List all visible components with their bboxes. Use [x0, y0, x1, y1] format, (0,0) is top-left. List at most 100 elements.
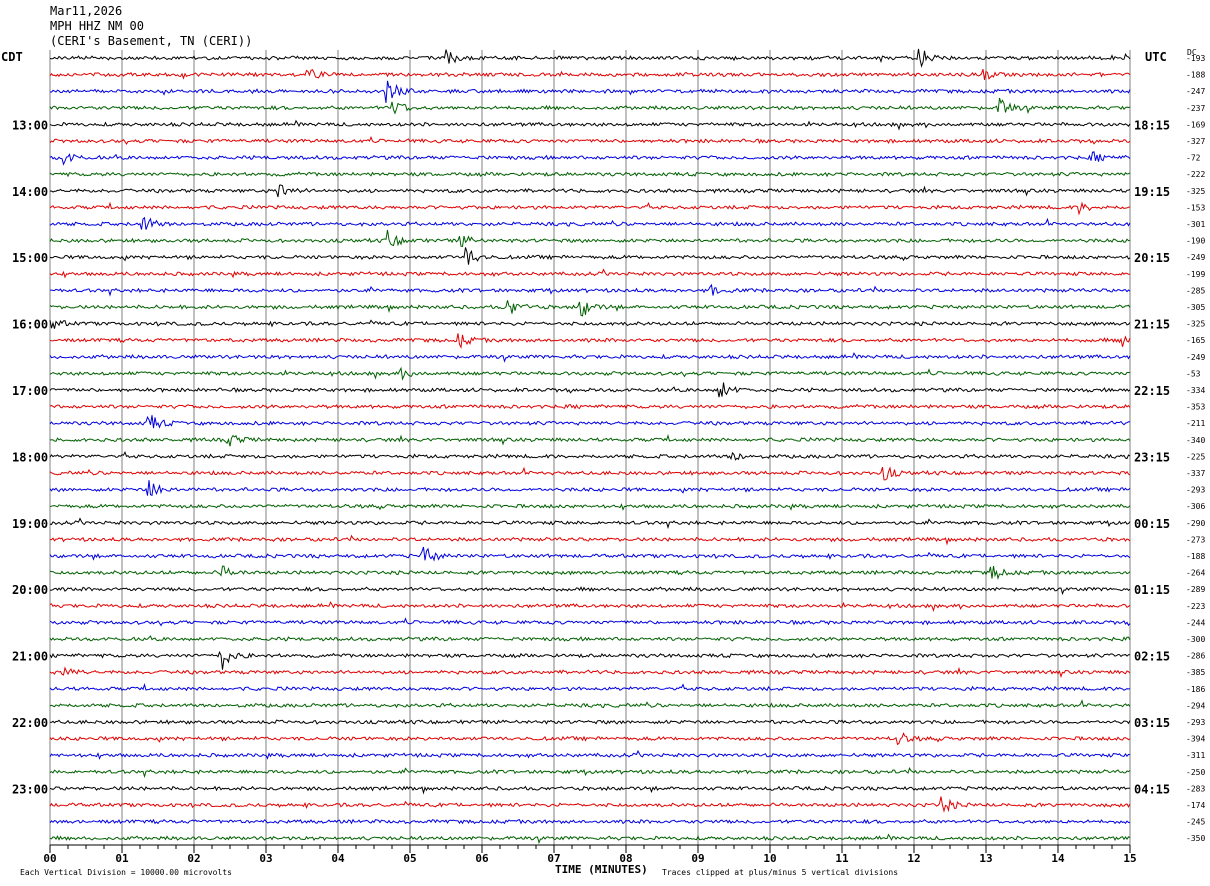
- trace-row-41: [49, 732, 1131, 746]
- left-hour-label: 14:00: [12, 185, 48, 199]
- dc-offset-label: -190: [1186, 237, 1205, 246]
- trace-row-44: [49, 785, 1131, 795]
- dc-offset-label: -188: [1186, 552, 1205, 561]
- dc-offset-label: -294: [1186, 701, 1205, 710]
- dc-offset-label: -337: [1186, 469, 1205, 478]
- dc-offset-label: -72: [1186, 154, 1201, 163]
- dc-offset-label: -285: [1186, 286, 1205, 295]
- x-tick-label: 00: [43, 852, 56, 865]
- right-hour-label: 23:15: [1134, 450, 1170, 464]
- grid-lines: [49, 50, 1131, 845]
- trace-row-5: [49, 135, 1131, 145]
- trace-row-35: [49, 635, 1131, 642]
- date-label: Mar11,2026: [50, 4, 123, 18]
- right-hour-label: 20:15: [1134, 251, 1170, 265]
- trace-row-39: [49, 699, 1131, 709]
- trace-row-10: [49, 216, 1131, 230]
- station-label: MPH HHZ NM 00: [50, 19, 144, 33]
- trace-row-25: [49, 466, 1131, 481]
- dc-offset-label: -293: [1186, 718, 1205, 727]
- trace-row-32: [49, 586, 1131, 596]
- trace-row-6: [49, 151, 1131, 166]
- trace-row-40: [49, 719, 1131, 725]
- seismic-traces: -193-188-247-237-169-327-72-222-325-153-…: [12, 48, 1205, 845]
- dc-offset-label: -334: [1186, 386, 1205, 395]
- trace-row-16: [49, 319, 1131, 329]
- dc-offset-label: -394: [1186, 735, 1205, 744]
- right-hour-label: 04:15: [1134, 782, 1170, 796]
- dc-offset-label: -305: [1186, 303, 1205, 312]
- left-hour-label: 17:00: [12, 384, 48, 398]
- trace-row-3: [49, 97, 1131, 115]
- right-hour-label: 03:15: [1134, 716, 1170, 730]
- trace-row-12: [49, 247, 1131, 265]
- left-hour-label: 16:00: [12, 318, 48, 332]
- dc-offset-label: -188: [1186, 71, 1205, 80]
- dc-offset-label: -325: [1186, 320, 1205, 329]
- dc-offset-label: -169: [1186, 120, 1205, 129]
- trace-row-24: [49, 450, 1131, 461]
- dc-offset-label: -311: [1186, 751, 1205, 760]
- trace-row-11: [49, 229, 1131, 247]
- right-hour-label: 01:15: [1134, 583, 1170, 597]
- trace-row-0: [49, 48, 1131, 68]
- left-hour-label: 15:00: [12, 251, 48, 265]
- dc-offset-label: -211: [1186, 419, 1205, 428]
- trace-row-4: [49, 119, 1131, 131]
- x-axis-ticks: 00 01 02 03 04 05 06 07 08 09 10 11 12 13 14 15: [43, 844, 1137, 865]
- x-tick-label: 04: [331, 852, 345, 865]
- left-hour-label: 21:00: [12, 650, 48, 664]
- x-tick-label: 11: [835, 852, 849, 865]
- trace-row-1: [49, 69, 1131, 80]
- right-hour-label: 00:15: [1134, 517, 1170, 531]
- x-tick-label: 10: [763, 852, 776, 865]
- dc-offset-label: -286: [1186, 652, 1205, 661]
- trace-row-27: [49, 503, 1131, 511]
- dc-label: DC: [1187, 48, 1197, 57]
- x-tick-label: 03: [259, 852, 272, 865]
- dc-offset-label: -247: [1186, 87, 1205, 96]
- dc-offset-label: -244: [1186, 618, 1205, 627]
- trace-row-30: [49, 546, 1131, 562]
- trace-row-34: [49, 617, 1131, 627]
- trace-row-17: [49, 333, 1131, 349]
- dc-offset-label: -283: [1186, 784, 1205, 793]
- trace-row-28: [49, 517, 1131, 530]
- left-hour-label: 13:00: [12, 118, 48, 132]
- dc-offset-label: -53: [1186, 369, 1201, 378]
- trace-row-42: [49, 749, 1131, 760]
- dc-offset-label: -327: [1186, 137, 1205, 146]
- dc-offset-label: -199: [1186, 270, 1205, 279]
- trace-row-13: [49, 268, 1131, 279]
- dc-offset-label: -186: [1186, 685, 1205, 694]
- trace-row-46: [49, 818, 1131, 825]
- dc-offset-label: -165: [1186, 336, 1205, 345]
- dc-offset-label: -273: [1186, 535, 1205, 544]
- left-hour-label: 22:00: [12, 716, 48, 730]
- dc-offset-label: -350: [1186, 834, 1205, 843]
- trace-row-47: [49, 833, 1131, 845]
- right-hour-label: 19:15: [1134, 185, 1170, 199]
- dc-offset-label: -225: [1186, 452, 1205, 461]
- left-timezone-label: CDT: [1, 50, 23, 64]
- left-hour-label: 19:00: [12, 517, 48, 531]
- location-label: (CERI's Basement, TN (CERI)): [50, 34, 253, 48]
- x-tick-label: 06: [475, 852, 489, 865]
- right-hour-label: 02:15: [1134, 650, 1170, 664]
- trace-row-20: [49, 382, 1131, 398]
- left-hour-label: 23:00: [12, 782, 48, 796]
- x-tick-label: 13: [979, 852, 992, 865]
- trace-row-15: [49, 300, 1131, 317]
- x-axis-title: TIME (MINUTES): [555, 863, 648, 876]
- dc-offset-label: -293: [1186, 486, 1205, 495]
- seismogram-plot: -193-188-247-237-169-327-72-222-325-153-…: [12, 48, 1205, 865]
- x-tick-label: 05: [403, 852, 416, 865]
- trace-row-37: [49, 666, 1131, 678]
- dc-offset-label: -250: [1186, 768, 1205, 777]
- left-hour-label: 18:00: [12, 450, 48, 464]
- trace-row-31: [49, 565, 1131, 580]
- dc-offset-label: -340: [1186, 436, 1205, 445]
- trace-row-26: [49, 480, 1131, 497]
- trace-row-29: [49, 534, 1131, 546]
- right-hour-label: 21:15: [1134, 318, 1170, 332]
